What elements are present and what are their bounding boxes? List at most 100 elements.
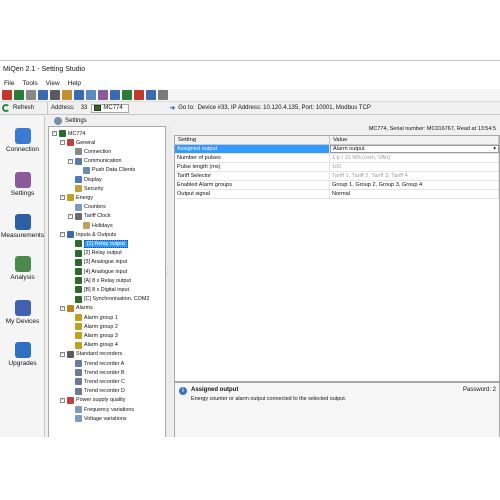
menu-help[interactable]: Help (64, 80, 85, 87)
toolbar (0, 89, 500, 102)
relay-icon (75, 277, 82, 285)
tree-item[interactable]: [C] Synchronisation, COM2 (68, 295, 149, 304)
tree-item[interactable]: Counters (68, 203, 106, 212)
tree-item[interactable]: Alarm group 4 (68, 341, 118, 350)
tree-item[interactable]: Trend recorder D (68, 387, 125, 396)
tree-item[interactable]: [1] Relay output (68, 239, 128, 248)
tree-item[interactable]: Trend recorder C (68, 377, 125, 386)
value-text: Normal (332, 191, 351, 197)
collapse-toggle-icon[interactable]: - (68, 158, 73, 164)
refresh-button[interactable]: Refresh (0, 101, 48, 115)
setting-value[interactable]: Group 1, Group 2, Group 3, Group 4 (330, 181, 499, 189)
value-text: Alarm output (333, 146, 365, 152)
grid-row[interactable]: Output signal Normal (175, 190, 499, 199)
tree-item[interactable]: - General (60, 138, 95, 147)
toolbar-icon[interactable] (14, 90, 24, 100)
frequency-icon (75, 406, 82, 413)
tree-item[interactable]: Voltage variations (68, 414, 127, 423)
tree-item[interactable]: Alarm group 1 (68, 313, 118, 322)
tree-item[interactable]: Alarm group 2 (68, 322, 118, 331)
collapse-toggle-icon[interactable]: - (60, 195, 65, 201)
toolbar-icon[interactable] (146, 90, 156, 100)
toolbar-icon[interactable] (38, 90, 48, 100)
nav-analysis[interactable]: Analysis (0, 256, 45, 281)
tree-item[interactable]: [4] Analogue input (68, 267, 127, 276)
toolbar-icon[interactable] (98, 90, 108, 100)
setting-value[interactable]: Tariff 1, Tariff 2, Tariff 3, Tariff 4 (330, 172, 499, 180)
chevron-down-icon[interactable]: ▾ (493, 146, 496, 152)
grid-row[interactable]: Tariff Selector Tariff 1, Tariff 2, Tarif… (175, 172, 499, 181)
goto-label: Go to: (178, 105, 195, 111)
info-icon: i (179, 387, 187, 395)
tree-item[interactable]: [2] Relay output (68, 249, 122, 258)
toolbar-icon[interactable] (122, 90, 132, 100)
tree-item[interactable]: - Tariff Clock (68, 212, 111, 221)
tree-item-label: General (76, 139, 96, 146)
collapse-toggle-icon[interactable]: - (60, 232, 65, 238)
device-selector[interactable]: MC774 (91, 103, 130, 113)
address-value[interactable]: 33 (81, 105, 88, 111)
tree-item-label: Standard recorders (76, 351, 123, 358)
sync-icon (75, 295, 82, 303)
grid-row[interactable]: Number of pulses 1 p / 10 Wh (varh, VAh) (175, 154, 499, 163)
collapse-toggle-icon[interactable]: - (52, 131, 57, 136)
title-bar: MiQen 2.1 - Setting Studio (0, 61, 500, 78)
setting-value[interactable]: 100 (330, 163, 499, 171)
tree-item[interactable]: Alarm group 3 (68, 331, 118, 340)
tree-item[interactable]: Trend recorder B (68, 368, 125, 377)
tree-item[interactable]: [B] 8 x Digital input (68, 285, 129, 294)
collapse-toggle-icon[interactable]: - (60, 397, 65, 403)
settings-header: Settings (48, 116, 500, 126)
splitter[interactable]: · · · · (166, 126, 172, 437)
menu-view[interactable]: View (42, 80, 64, 87)
goto-link[interactable]: ➜ Go to: Device #33, IP Address: 10.120.… (169, 104, 370, 112)
toolbar-icon[interactable] (86, 90, 96, 100)
tree-item[interactable]: [3] Analogue input (68, 258, 127, 267)
grid-row[interactable]: Enabled Alarm groups Group 1, Group 2, Gr… (175, 181, 499, 190)
tree-item[interactable]: - Communication (68, 157, 121, 166)
toolbar-icon[interactable] (158, 90, 168, 100)
nav-upgrades[interactable]: Upgrades (0, 342, 45, 367)
collapse-toggle-icon[interactable]: - (60, 305, 65, 311)
collapse-toggle-icon[interactable]: - (68, 213, 73, 219)
column-header-setting[interactable]: Setting (175, 136, 330, 144)
toolbar-icon[interactable] (2, 90, 12, 100)
tree-item[interactable]: Display (68, 175, 102, 184)
toolbar-icon[interactable] (74, 90, 84, 100)
toolbar-icon[interactable] (26, 90, 36, 100)
toolbar-icon[interactable] (50, 90, 60, 100)
grid-row[interactable]: Assigned output Alarm output ▾ (175, 145, 499, 154)
setting-value[interactable]: 1 p / 10 Wh (varh, VAh) (330, 154, 499, 162)
collapse-toggle-icon[interactable]: - (60, 140, 65, 146)
tree-item[interactable]: - MC774 (52, 129, 85, 138)
tree-item[interactable]: Security (68, 184, 103, 193)
tree-item[interactable]: Frequency variations (68, 405, 134, 414)
menu-tools[interactable]: Tools (18, 80, 41, 87)
tree-item[interactable]: - Alarms (60, 304, 93, 313)
nav-measurements[interactable]: Measurements (0, 214, 45, 239)
collapse-toggle-icon[interactable]: - (60, 351, 65, 357)
left-navigation: Connection Settings Measurements Analysis My… (0, 116, 45, 437)
tree-item[interactable]: [A] 8 x Relay output (68, 276, 131, 285)
toolbar-icon[interactable] (110, 90, 120, 100)
value-dropdown[interactable]: Alarm output ▾ (330, 145, 499, 153)
nav-settings[interactable]: Settings (0, 172, 45, 197)
tree-item[interactable]: - Standard recorders (60, 350, 122, 359)
tree-item[interactable]: - Power supply quality (60, 396, 125, 405)
nav-connection[interactable]: Connection (0, 128, 45, 153)
tree-item[interactable]: - Energy (60, 193, 93, 202)
nav-my-devices[interactable]: My Devices (0, 300, 45, 325)
tree-item[interactable]: Connection (68, 147, 111, 156)
tree-item[interactable]: Holidays (76, 221, 113, 230)
toolbar-icon[interactable] (134, 90, 144, 100)
tree-item[interactable]: Trend recorder A (68, 359, 124, 368)
value-text: 1 p / 10 Wh (varh, VAh) (332, 155, 391, 161)
tree-item[interactable]: - Inputs & Outputs (60, 230, 116, 239)
menu-file[interactable]: File (0, 80, 18, 87)
tree-item[interactable]: Push Data Clients (76, 166, 135, 175)
splitter-grip: · · · · (167, 264, 169, 279)
setting-value[interactable]: Normal (330, 190, 499, 198)
grid-row[interactable]: Pulse length (ms) 100 (175, 163, 499, 172)
toolbar-icon[interactable] (62, 90, 72, 100)
column-header-value[interactable]: Value (330, 136, 499, 144)
